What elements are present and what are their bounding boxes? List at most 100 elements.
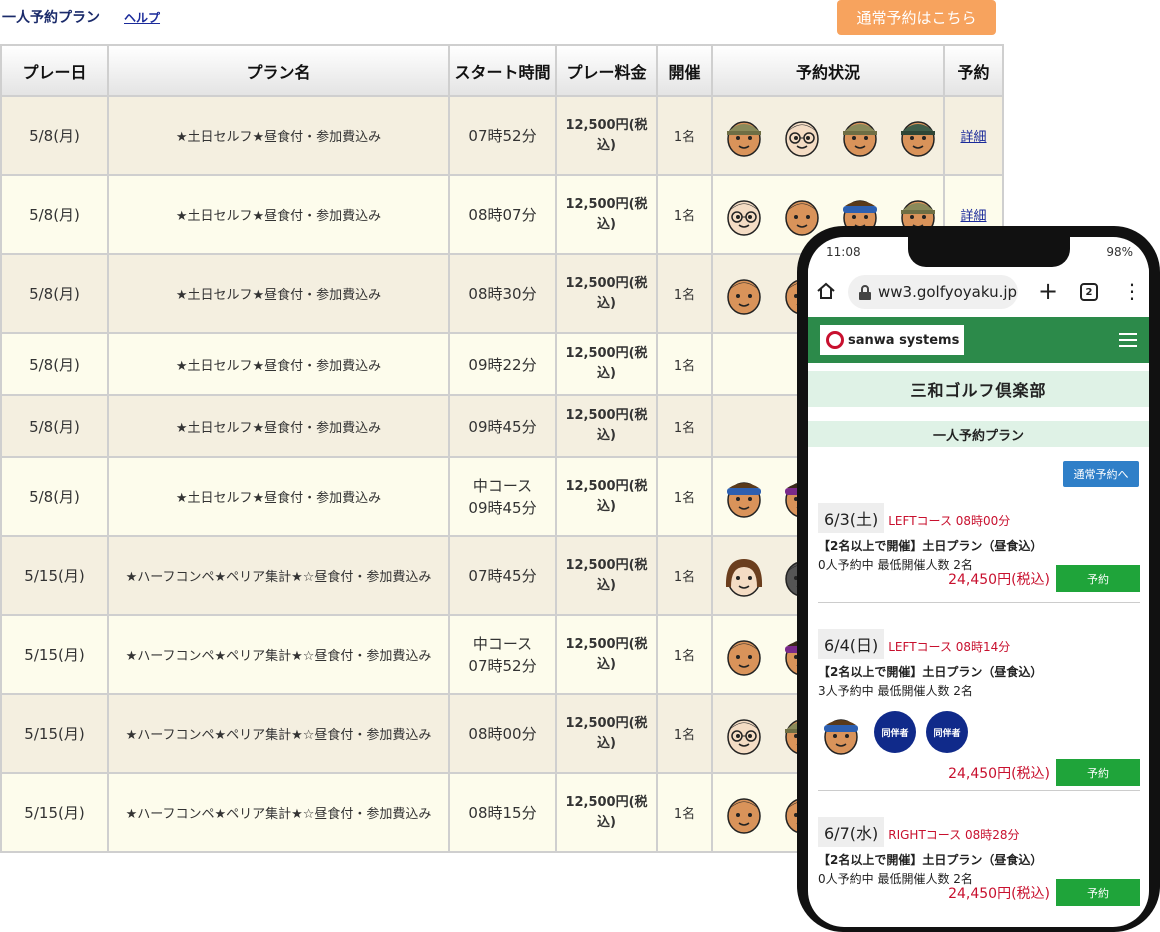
play-date: 5/8(月) <box>0 394 109 458</box>
plan-name: ★ハーフコンペ★ペリア集計★☆昼食付・参加費込み <box>107 614 450 695</box>
held-count: 1名 <box>656 174 713 255</box>
held-count: 1名 <box>656 614 713 695</box>
new-tab-icon[interactable]: + <box>1038 277 1058 305</box>
plan-name: ★ハーフコンペ★ペリア集計★☆昼食付・参加費込み <box>107 693 450 774</box>
page-title: 一人予約プラン <box>2 10 100 26</box>
start-time-cell: 中コース 07時52分 <box>448 614 557 695</box>
card-course: RIGHTコース 08時28分 <box>888 828 1020 842</box>
start-time-cell: 08時00分 <box>448 693 557 774</box>
help-link[interactable]: ヘルプ <box>124 9 160 26</box>
play-date: 5/8(月) <box>0 253 109 334</box>
reservation-status <box>711 95 945 176</box>
status-clock: 11:08 <box>826 245 861 259</box>
golfer-avatar-icon <box>721 553 767 599</box>
play-fee: 12,500円(税込) <box>555 394 658 458</box>
companion-avatar-icon: 同伴者 <box>874 711 916 753</box>
play-fee: 12,500円(税込) <box>555 456 658 537</box>
start-time: 09時22分 <box>468 355 537 374</box>
start-time: 08時15分 <box>468 804 537 822</box>
phone-notch <box>908 237 1070 267</box>
plan-card: 6/7(水) RIGHTコース 08時28分 【2名以上で開催】土日プラン（昼食込）… <box>818 817 1140 906</box>
top-bar: 一人予約プラン ヘルプ 通常予約はこちら <box>0 0 1000 36</box>
play-fee: 12,500円(税込) <box>555 614 658 695</box>
play-fee: 12,500円(税込) <box>555 95 658 176</box>
header-play-date: プレー日 <box>0 44 109 97</box>
browser-url-bar: ww3.golfyoyaku.jp + 2 ⋮ <box>808 267 1149 317</box>
companion-avatar-icon: 同伴者 <box>926 711 968 753</box>
play-fee: 12,500円(税込) <box>555 535 658 616</box>
card-date: 6/4(日) <box>818 629 885 659</box>
start-time-cell: 09時45分 <box>448 394 557 458</box>
logo-text: sanwa systems <box>848 332 960 348</box>
card-divider <box>818 790 1140 791</box>
sanwa-logo-mark-icon <box>826 331 844 349</box>
play-date: 5/8(月) <box>0 332 109 396</box>
held-count: 1名 <box>656 456 713 537</box>
held-count: 1名 <box>656 394 713 458</box>
play-date: 5/15(月) <box>0 535 109 616</box>
detail-link[interactable]: 詳細 <box>960 130 986 145</box>
battery-level: 98% <box>1106 245 1133 259</box>
start-time-cell: 07時52分 <box>448 95 557 176</box>
card-course: LEFTコース 08時00分 <box>888 514 1011 528</box>
phone-mockup: 11:08 98% ww3.golfyoyaku.jp + 2 ⋮ sanwa … <box>797 226 1160 932</box>
play-date: 5/8(月) <box>0 174 109 255</box>
card-avatars: 同伴者 同伴者 <box>818 711 1140 757</box>
plan-name: ★土日セルフ★昼食付・参加費込み <box>107 95 450 176</box>
card-plan-name: 【2名以上で開催】土日プラン（昼食込） <box>818 665 1043 679</box>
card-date: 6/7(水) <box>818 817 885 847</box>
start-time: 07時52分 <box>468 656 537 675</box>
golfer-avatar-icon <box>837 113 883 159</box>
play-fee: 12,500円(税込) <box>555 772 658 853</box>
reserve-button[interactable]: 予約 <box>1056 759 1140 786</box>
url-field[interactable]: ww3.golfyoyaku.jp <box>848 275 1018 309</box>
plan-name: ★ハーフコンペ★ペリア集計★☆昼食付・参加費込み <box>107 535 450 616</box>
held-count: 1名 <box>656 253 713 334</box>
card-price: 24,450円(税込) <box>948 886 1050 902</box>
golfer-avatar-icon <box>721 271 767 317</box>
table-row: 5/8(月) ★土日セルフ★昼食付・参加費込み 07時52分 12,500円(税込) 1… <box>0 95 1004 176</box>
start-time-cell: 07時45分 <box>448 535 557 616</box>
start-time: 08時00分 <box>468 725 537 743</box>
play-fee: 12,500円(税込) <box>555 332 658 396</box>
card-price: 24,450円(税込) <box>948 766 1050 782</box>
header-plan-name: プラン名 <box>107 44 450 97</box>
golfer-avatar-icon <box>895 113 941 159</box>
reserve-button[interactable]: 予約 <box>1056 879 1140 906</box>
plan-card: 6/4(日) LEFTコース 08時14分 【2名以上で開催】土日プラン（昼食込） 3… <box>818 629 1140 786</box>
tab-count-icon[interactable]: 2 <box>1080 283 1098 301</box>
card-price: 24,450円(税込) <box>948 572 1050 588</box>
start-time-cell: 08時07分 <box>448 174 557 255</box>
card-course: LEFTコース 08時14分 <box>888 640 1011 654</box>
hamburger-menu-icon[interactable] <box>1119 333 1137 351</box>
held-count: 1名 <box>656 95 713 176</box>
detail-link[interactable]: 詳細 <box>960 209 986 224</box>
reserve-cell: 詳細 <box>943 95 1004 176</box>
start-time: 09時45分 <box>468 498 537 517</box>
reserve-button[interactable]: 予約 <box>1056 565 1140 592</box>
start-time: 08時07分 <box>468 206 537 224</box>
club-name: 三和ゴルフ倶楽部 <box>808 371 1149 407</box>
golfer-avatar-icon <box>721 474 767 520</box>
header-status: 予約状況 <box>711 44 945 97</box>
golfer-avatar-icon <box>721 632 767 678</box>
start-time: 08時30分 <box>468 285 537 303</box>
play-date: 5/8(月) <box>0 95 109 176</box>
mobile-normal-reservation-button[interactable]: 通常予約へ <box>1063 461 1139 487</box>
play-date: 5/15(月) <box>0 693 109 774</box>
golfer-avatar-icon <box>779 113 825 159</box>
golfer-avatar-icon <box>721 790 767 836</box>
sanwa-logo[interactable]: sanwa systems <box>820 325 964 355</box>
header-reserve: 予約 <box>943 44 1004 97</box>
normal-reservation-button[interactable]: 通常予約はこちら <box>837 0 996 35</box>
plan-name: ★土日セルフ★昼食付・参加費込み <box>107 253 450 334</box>
golfer-avatar-icon <box>818 711 864 757</box>
site-header: sanwa systems <box>808 317 1149 363</box>
plan-name: ★土日セルフ★昼食付・参加費込み <box>107 456 450 537</box>
golfer-avatar-icon <box>779 192 825 238</box>
more-menu-icon[interactable]: ⋮ <box>1122 279 1142 303</box>
home-icon[interactable] <box>816 281 836 305</box>
header-start-time: スタート時間 <box>448 44 557 97</box>
play-fee: 12,500円(税込) <box>555 174 658 255</box>
held-count: 1名 <box>656 772 713 853</box>
